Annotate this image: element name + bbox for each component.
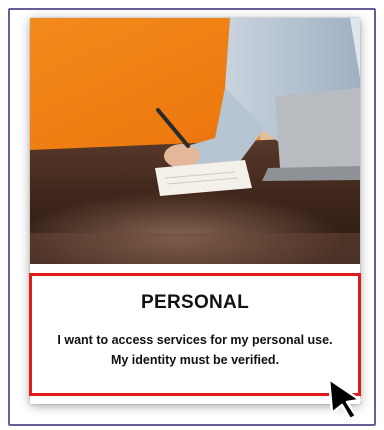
card-caption-highlight[interactable]: PERSONAL I want to access services for m… <box>29 273 361 396</box>
card-photo <box>30 18 360 264</box>
card-description: I want to access services for my persona… <box>57 333 333 367</box>
personal-option-card[interactable]: PERSONAL I want to access services for m… <box>29 18 361 404</box>
card-title: PERSONAL <box>141 292 249 313</box>
mouse-pointer-icon <box>326 376 364 421</box>
